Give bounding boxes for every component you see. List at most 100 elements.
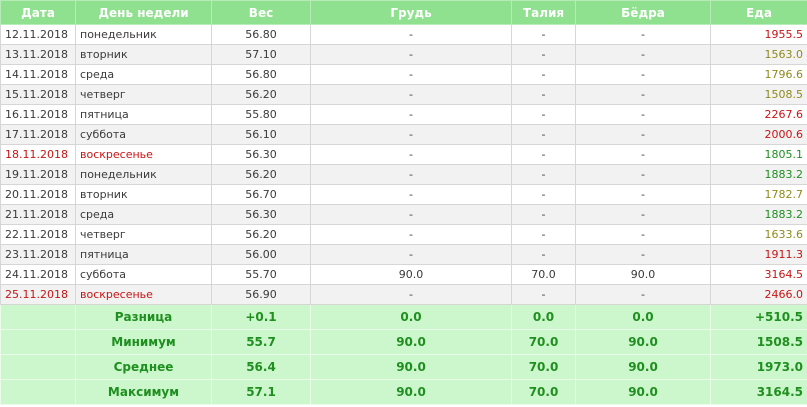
summary-chest: 90.0	[310, 329, 512, 355]
cell-food: 1883.2	[710, 204, 807, 225]
cell-hips: -	[575, 284, 711, 305]
cell-day: пятница	[75, 244, 212, 265]
summary-food: 1973.0	[710, 354, 807, 380]
summary-weight: 55.7	[211, 329, 311, 355]
cell-food: 1782.7	[710, 184, 807, 205]
cell-weight: 56.10	[211, 124, 311, 145]
table-row: 20.11.2018 вторник 56.70- - -1782.7	[0, 184, 807, 205]
cell-hips: -	[575, 244, 711, 265]
summary-row: Минимум 55.7 90.0 70.0 90.0 1508.5	[0, 329, 807, 355]
cell-food: 1911.3	[710, 244, 807, 265]
cell-weight: 56.30	[211, 144, 311, 165]
cell-weight: 56.80	[211, 64, 311, 85]
cell-date: 15.11.2018	[0, 84, 76, 105]
cell-food: 3164.5	[710, 264, 807, 285]
cell-waist: -	[511, 184, 576, 205]
table-row: 24.11.2018 суббота 55.70 90.0 70.0 90.0 3164.5	[0, 264, 807, 285]
summary-weight: 56.4	[211, 354, 311, 380]
header-waist[interactable]: Талия	[511, 0, 576, 25]
cell-chest: 90.0	[310, 264, 512, 285]
header-weight[interactable]: Вес	[211, 0, 311, 25]
cell-chest: -	[310, 64, 512, 85]
summary-spacer	[0, 304, 76, 330]
cell-date: 14.11.2018	[0, 64, 76, 85]
cell-date: 19.11.2018	[0, 164, 76, 185]
cell-weight: 56.90	[211, 284, 311, 305]
summary-row: Разница +0.1 0.0 0.0 0.0 +510.5	[0, 304, 807, 330]
cell-day: суббота	[75, 264, 212, 285]
table-row: 14.11.2018 среда 56.80- - -1796.6	[0, 64, 807, 85]
summary-spacer	[0, 379, 76, 405]
table-row: 13.11.2018 вторник 57.10- - -1563.0	[0, 44, 807, 65]
summary-food: 1508.5	[710, 329, 807, 355]
cell-chest: -	[310, 164, 512, 185]
cell-chest: -	[310, 44, 512, 65]
cell-waist: -	[511, 204, 576, 225]
cell-day: вторник	[75, 44, 212, 65]
summary-waist: 0.0	[511, 304, 576, 330]
cell-weight: 56.20	[211, 164, 311, 185]
cell-date: 25.11.2018	[0, 284, 76, 305]
cell-weight: 56.70	[211, 184, 311, 205]
cell-date: 18.11.2018	[0, 144, 76, 165]
table-row: 17.11.2018 суббота 56.10- - -2000.6	[0, 124, 807, 145]
cell-hips: 90.0	[575, 264, 711, 285]
header-date[interactable]: Дата	[0, 0, 76, 25]
cell-waist: -	[511, 24, 576, 45]
cell-food: 1633.6	[710, 224, 807, 245]
summary-body: Разница +0.1 0.0 0.0 0.0 +510.5 Минимум 55.7 90.…	[0, 304, 807, 405]
header-hips[interactable]: Бёдра	[575, 0, 711, 25]
summary-row: Среднее 56.4 90.0 70.0 90.0 1973.0	[0, 354, 807, 380]
cell-waist: -	[511, 164, 576, 185]
cell-chest: -	[310, 144, 512, 165]
cell-food: 1883.2	[710, 164, 807, 185]
cell-date: 21.11.2018	[0, 204, 76, 225]
cell-waist: -	[511, 124, 576, 145]
cell-weight: 57.10	[211, 44, 311, 65]
cell-hips: -	[575, 164, 711, 185]
header-day[interactable]: День недели	[75, 0, 212, 25]
cell-date: 12.11.2018	[0, 24, 76, 45]
cell-chest: -	[310, 224, 512, 245]
cell-day: воскресенье	[75, 284, 212, 305]
cell-food: 1796.6	[710, 64, 807, 85]
table-row: 18.11.2018 воскресенье 56.30- - -1805.1	[0, 144, 807, 165]
cell-hips: -	[575, 24, 711, 45]
cell-hips: -	[575, 64, 711, 85]
cell-day: воскресенье	[75, 144, 212, 165]
cell-day: пятница	[75, 104, 212, 125]
cell-chest: -	[310, 204, 512, 225]
cell-chest: -	[310, 24, 512, 45]
cell-waist: -	[511, 224, 576, 245]
cell-chest: -	[310, 104, 512, 125]
cell-food: 1955.5	[710, 24, 807, 45]
cell-weight: 56.80	[211, 24, 311, 45]
cell-hips: -	[575, 144, 711, 165]
summary-hips: 90.0	[575, 354, 711, 380]
cell-waist: -	[511, 84, 576, 105]
cell-waist: -	[511, 144, 576, 165]
cell-date: 23.11.2018	[0, 244, 76, 265]
cell-food: 2267.6	[710, 104, 807, 125]
cell-chest: -	[310, 84, 512, 105]
summary-hips: 90.0	[575, 329, 711, 355]
cell-waist: -	[511, 64, 576, 85]
cell-weight: 55.80	[211, 104, 311, 125]
table-row: 22.11.2018 четверг 56.20- - -1633.6	[0, 224, 807, 245]
cell-day: понедельник	[75, 24, 212, 45]
header-food[interactable]: Еда	[710, 0, 807, 25]
summary-label: Среднее	[75, 354, 212, 380]
header-chest[interactable]: Грудь	[310, 0, 512, 25]
cell-weight: 56.20	[211, 84, 311, 105]
cell-food: 2466.0	[710, 284, 807, 305]
table-row: 16.11.2018 пятница 55.80- - -2267.6	[0, 104, 807, 125]
cell-weight: 56.20	[211, 224, 311, 245]
cell-hips: -	[575, 184, 711, 205]
cell-date: 20.11.2018	[0, 184, 76, 205]
cell-food: 1508.5	[710, 84, 807, 105]
summary-waist: 70.0	[511, 379, 576, 405]
header-row: Дата День недели Вес Грудь Талия Бёдра Е…	[0, 0, 807, 25]
table-row: 23.11.2018 пятница 56.00- - -1911.3	[0, 244, 807, 265]
cell-hips: -	[575, 84, 711, 105]
cell-chest: -	[310, 244, 512, 265]
